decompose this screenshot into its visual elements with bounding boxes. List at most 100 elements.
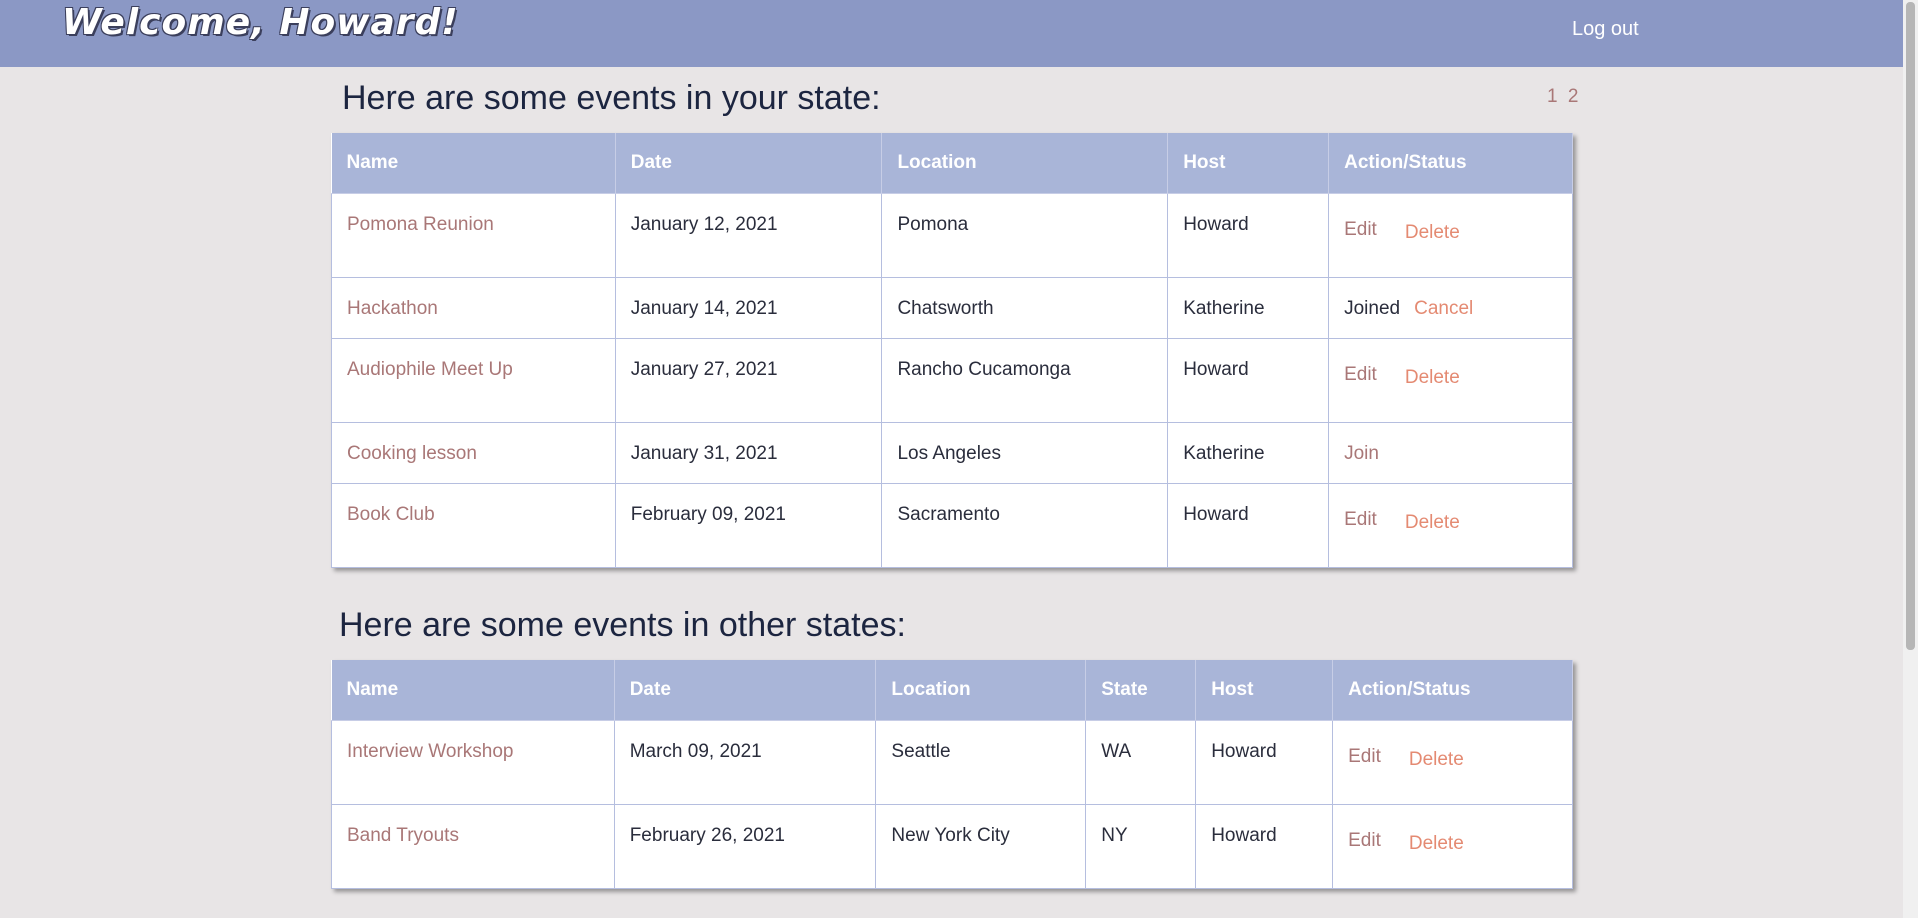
delete-button[interactable]: Delete <box>1405 512 1460 534</box>
state-events-heading: Here are some events in your state: <box>342 79 881 117</box>
page-link-1[interactable]: 1 <box>1547 86 1558 107</box>
table-row: Hackathon January 14, 2021 Chatsworth Ka… <box>331 277 1573 339</box>
event-location: Pomona <box>897 214 969 235</box>
join-button[interactable]: Join <box>1344 443 1379 464</box>
column-header-date[interactable]: Date <box>614 660 877 721</box>
event-date: February 26, 2021 <box>629 825 785 846</box>
edit-button[interactable]: Edit <box>1344 219 1377 241</box>
table-row: Pomona Reunion January 12, 2021 Pomona H… <box>331 193 1573 278</box>
column-header-host[interactable]: Host <box>1195 660 1334 721</box>
cell-name: Cooking lesson <box>331 422 616 484</box>
column-header-host[interactable]: Host <box>1167 133 1330 194</box>
table-header-row: Name Date Location Host Action/Status <box>331 133 1573 194</box>
table-header-row: Name Date Location State Host Action/Sta… <box>331 660 1573 721</box>
event-name-link[interactable]: Audiophile Meet Up <box>347 359 513 380</box>
column-header-name[interactable]: Name <box>331 133 616 194</box>
event-date: January 31, 2021 <box>630 443 778 464</box>
delete-button[interactable]: Delete <box>1409 833 1464 855</box>
delete-button[interactable]: Delete <box>1405 222 1460 244</box>
edit-button[interactable]: Edit <box>1348 830 1381 852</box>
event-date: January 27, 2021 <box>630 359 778 380</box>
event-name-link[interactable]: Cooking lesson <box>347 443 477 464</box>
state-events-table: Name Date Location Host Action/Status Po… <box>331 133 1573 568</box>
edit-button[interactable]: Edit <box>1344 364 1377 386</box>
cell-date: January 31, 2021 <box>614 422 883 484</box>
cell-name: Pomona Reunion <box>331 193 616 278</box>
cell-location: Rancho Cucamonga <box>881 338 1169 423</box>
event-name-link[interactable]: Band Tryouts <box>347 825 459 846</box>
cell-location: Los Angeles <box>881 422 1169 484</box>
cell-name: Hackathon <box>331 277 616 339</box>
vertical-scrollbar-thumb[interactable] <box>1906 2 1915 650</box>
event-name-link[interactable]: Pomona Reunion <box>347 214 494 235</box>
cell-date: January 27, 2021 <box>614 338 883 423</box>
pagination: 1 2 <box>1547 86 1578 108</box>
event-location: Seattle <box>891 741 951 762</box>
table-row: Cooking lesson January 31, 2021 Los Ange… <box>331 422 1573 484</box>
delete-button[interactable]: Delete <box>1405 367 1460 389</box>
cell-host: Howard <box>1195 720 1334 805</box>
event-date: March 09, 2021 <box>629 741 762 762</box>
cell-name: Audiophile Meet Up <box>331 338 616 423</box>
event-state: NY <box>1101 825 1128 846</box>
cell-actions: Edit Delete <box>1332 804 1573 889</box>
cell-actions: Edit Delete <box>1328 193 1573 278</box>
cell-actions: Edit Delete <box>1332 720 1573 805</box>
logout-link[interactable]: Log out <box>1572 18 1639 41</box>
event-location: Chatsworth <box>897 298 994 319</box>
event-host: Howard <box>1183 359 1249 380</box>
edit-button[interactable]: Edit <box>1344 509 1377 531</box>
welcome-title: Welcome, Howard! <box>62 2 459 43</box>
event-date: February 09, 2021 <box>630 504 786 525</box>
cell-name: Book Club <box>331 483 616 568</box>
cell-actions: Joined Cancel <box>1328 277 1573 339</box>
event-state: WA <box>1101 741 1132 762</box>
cell-date: March 09, 2021 <box>613 720 877 805</box>
cell-location: New York City <box>875 804 1087 889</box>
page-link-2[interactable]: 2 <box>1568 86 1579 107</box>
event-location: Los Angeles <box>897 443 1001 464</box>
event-date: January 14, 2021 <box>630 298 778 319</box>
event-name-link[interactable]: Hackathon <box>347 298 438 319</box>
column-header-location[interactable]: Location <box>875 660 1087 721</box>
cancel-button[interactable]: Cancel <box>1414 298 1473 319</box>
joined-status: Joined <box>1344 298 1401 319</box>
delete-button[interactable]: Delete <box>1409 749 1464 771</box>
event-host: Katherine <box>1183 298 1265 319</box>
column-header-location[interactable]: Location <box>881 133 1169 194</box>
column-header-action-status: Action/Status <box>1332 660 1573 721</box>
column-header-date[interactable]: Date <box>615 133 883 194</box>
cell-date: January 14, 2021 <box>614 277 883 339</box>
event-date: January 12, 2021 <box>630 214 778 235</box>
column-header-state[interactable]: State <box>1085 660 1197 721</box>
cell-location: Pomona <box>881 193 1169 278</box>
cell-host: Howard <box>1167 338 1330 423</box>
event-name-link[interactable]: Interview Workshop <box>347 741 514 762</box>
cell-host: Howard <box>1195 804 1334 889</box>
column-header-name[interactable]: Name <box>331 660 615 721</box>
event-host: Howard <box>1211 825 1277 846</box>
event-location: Sacramento <box>897 504 1000 525</box>
cell-location: Sacramento <box>881 483 1169 568</box>
cell-state: NY <box>1085 804 1197 889</box>
other-events-heading: Here are some events in other states: <box>339 606 906 644</box>
table-row: Band Tryouts February 26, 2021 New York … <box>331 804 1573 889</box>
event-location: Rancho Cucamonga <box>897 359 1071 380</box>
cell-actions: Edit Delete <box>1328 483 1573 568</box>
cell-location: Chatsworth <box>881 277 1169 339</box>
cell-name: Band Tryouts <box>331 804 615 889</box>
event-name-link[interactable]: Book Club <box>347 504 435 525</box>
cell-date: January 12, 2021 <box>614 193 883 278</box>
cell-name: Interview Workshop <box>331 720 615 805</box>
event-location: New York City <box>891 825 1010 846</box>
top-navbar: Welcome, Howard! Log out <box>0 0 1918 67</box>
edit-button[interactable]: Edit <box>1348 746 1381 768</box>
cell-date: February 26, 2021 <box>613 804 877 889</box>
cell-location: Seattle <box>875 720 1087 805</box>
table-row: Book Club February 09, 2021 Sacramento H… <box>331 483 1573 568</box>
event-host: Howard <box>1183 214 1249 235</box>
cell-date: February 09, 2021 <box>614 483 883 568</box>
event-host: Howard <box>1211 741 1277 762</box>
table-row: Interview Workshop March 09, 2021 Seattl… <box>331 720 1573 805</box>
table-row: Audiophile Meet Up January 27, 2021 Ranc… <box>331 338 1573 423</box>
